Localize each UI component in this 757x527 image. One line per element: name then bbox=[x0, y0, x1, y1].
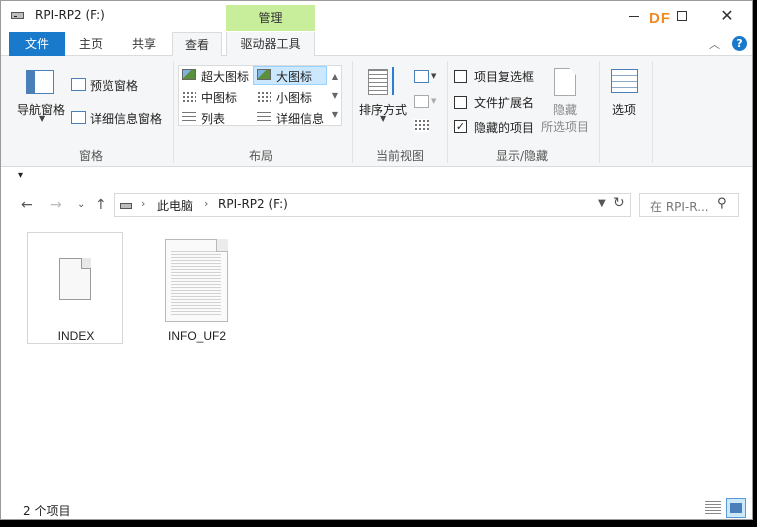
window-title: RPI-RP2 (F:) bbox=[35, 8, 105, 22]
hide-selected-icon bbox=[554, 68, 576, 96]
close-icon: ✕ bbox=[720, 6, 734, 25]
breadcrumb-separator-icon[interactable]: › bbox=[204, 197, 208, 210]
hidden-items-label: 隐藏的项目 bbox=[474, 121, 535, 135]
maximize-icon bbox=[677, 11, 687, 21]
file-fold-icon bbox=[216, 239, 228, 252]
tab-drive-tools[interactable]: 驱动器工具 bbox=[226, 32, 315, 56]
hide-selected-label-1[interactable]: 隐藏 bbox=[553, 101, 577, 118]
sort-arrow-icon bbox=[392, 67, 394, 95]
options-button[interactable]: 选项 bbox=[612, 101, 636, 118]
preview-pane-icon bbox=[71, 78, 86, 91]
close-button[interactable]: ✕ bbox=[704, 1, 750, 31]
file-extensions-checkbox[interactable] bbox=[454, 96, 467, 109]
panes-group-label: 窗格 bbox=[78, 149, 103, 163]
layout-extra-large[interactable]: 超大图标 bbox=[201, 68, 249, 85]
medium-icons-icon bbox=[182, 91, 196, 103]
file-extensions-label: 文件扩展名 bbox=[474, 96, 535, 110]
text-lines-icon bbox=[171, 251, 221, 315]
group-divider bbox=[173, 61, 174, 163]
tab-view[interactable]: 查看 bbox=[172, 32, 222, 57]
layout-medium[interactable]: 中图标 bbox=[201, 89, 237, 106]
group-by-icon[interactable] bbox=[414, 70, 429, 83]
minimize-button[interactable] bbox=[611, 1, 657, 31]
scroll-up-icon[interactable]: ▲ bbox=[329, 67, 341, 86]
layout-group-label: 布局 bbox=[248, 149, 273, 163]
tab-home[interactable]: 主页 bbox=[69, 32, 113, 56]
preview-pane-button[interactable]: 预览窗格 bbox=[90, 77, 138, 94]
breadcrumb-drive[interactable]: RPI-RP2 (F:) bbox=[218, 197, 288, 211]
file-fold-icon bbox=[81, 258, 91, 269]
details-view-icon bbox=[257, 112, 271, 124]
hide-selected-label-2[interactable]: 所选项目 bbox=[541, 118, 589, 135]
forward-button[interactable]: → bbox=[50, 197, 62, 213]
address-dropdown-icon[interactable]: ▼ bbox=[598, 198, 606, 209]
ribbon-tabs bbox=[1, 31, 752, 56]
file-name: INDEX bbox=[57, 329, 95, 343]
layout-small[interactable]: 小图标 bbox=[276, 89, 312, 106]
minimize-icon bbox=[629, 15, 639, 17]
breadcrumb-this-pc[interactable]: 此电脑 bbox=[157, 197, 193, 214]
item-checkboxes-label: 项目复选框 bbox=[474, 70, 535, 84]
details-pane-icon bbox=[71, 111, 86, 124]
maximize-button[interactable] bbox=[659, 1, 705, 31]
size-columns-icon[interactable] bbox=[414, 119, 429, 132]
group-divider bbox=[447, 61, 448, 163]
add-columns-dropdown-icon[interactable]: ▼ bbox=[431, 97, 436, 105]
layout-list[interactable]: 列表 bbox=[201, 110, 225, 127]
nav-pane-dropdown-icon[interactable]: ▼ bbox=[39, 114, 45, 123]
customize-toolbar-icon[interactable]: ▾ bbox=[18, 170, 23, 181]
recent-locations-icon[interactable]: ⌄ bbox=[77, 199, 85, 210]
add-columns-icon[interactable] bbox=[414, 95, 429, 108]
list-view-icon bbox=[182, 112, 196, 124]
breadcrumb-separator-icon[interactable]: › bbox=[141, 197, 145, 210]
refresh-icon[interactable]: ↻ bbox=[613, 195, 625, 211]
expand-gallery-icon[interactable]: ▼ bbox=[329, 105, 341, 124]
show-hide-group-label: 显示/隐藏 bbox=[495, 149, 549, 163]
drive-icon bbox=[11, 12, 24, 19]
sort-by-icon bbox=[368, 69, 388, 95]
group-by-dropdown-icon[interactable]: ▼ bbox=[431, 72, 436, 80]
item-count: 2 个项目 bbox=[23, 504, 71, 518]
nav-pane-icon bbox=[26, 70, 54, 94]
current-view-group-label: 当前视图 bbox=[375, 149, 424, 163]
extra-large-icons-icon bbox=[182, 69, 196, 80]
search-icon[interactable]: ⚲ bbox=[717, 196, 727, 211]
status-bar bbox=[1, 494, 752, 519]
small-icons-icon bbox=[257, 91, 271, 103]
details-view-toggle-icon[interactable] bbox=[705, 501, 721, 515]
hidden-items-checkbox[interactable]: ✓ bbox=[454, 120, 467, 133]
quick-access-toolbar bbox=[1, 167, 752, 189]
large-icons-toggle-icon[interactable] bbox=[726, 498, 746, 518]
manage-context-header: 管理 bbox=[226, 5, 315, 32]
layout-details[interactable]: 详细信息 bbox=[276, 110, 324, 127]
layout-gallery-scroll[interactable]: ▲ ▼ ▼ bbox=[329, 67, 341, 124]
group-divider bbox=[652, 61, 653, 163]
up-button[interactable]: ↑ bbox=[95, 197, 107, 213]
sort-dropdown-icon[interactable]: ▼ bbox=[380, 114, 386, 123]
search-placeholder: 在 RPI-R... bbox=[650, 200, 709, 214]
group-divider bbox=[352, 61, 353, 163]
options-icon bbox=[611, 69, 638, 93]
file-name: INFO_UF2 bbox=[167, 329, 226, 343]
item-checkboxes-checkbox[interactable] bbox=[454, 70, 467, 83]
large-icons-icon bbox=[257, 69, 271, 80]
layout-large[interactable]: 大图标 bbox=[276, 68, 312, 85]
drive-icon bbox=[120, 203, 132, 209]
tab-share[interactable]: 共享 bbox=[120, 32, 168, 56]
scroll-down-icon[interactable]: ▼ bbox=[329, 86, 341, 105]
group-divider bbox=[599, 61, 600, 163]
collapse-ribbon-icon[interactable]: ︿ bbox=[709, 36, 720, 52]
back-button[interactable]: ← bbox=[21, 197, 33, 213]
tab-file[interactable]: 文件 bbox=[9, 32, 65, 56]
details-pane-button[interactable]: 详细信息窗格 bbox=[90, 110, 162, 127]
help-icon[interactable]: ? bbox=[732, 36, 747, 51]
explorer-window: RPI-RP2 (F:) 管理 DF ✕ 文件 主页 共享 查看 驱动器工具 ︿… bbox=[0, 0, 753, 520]
